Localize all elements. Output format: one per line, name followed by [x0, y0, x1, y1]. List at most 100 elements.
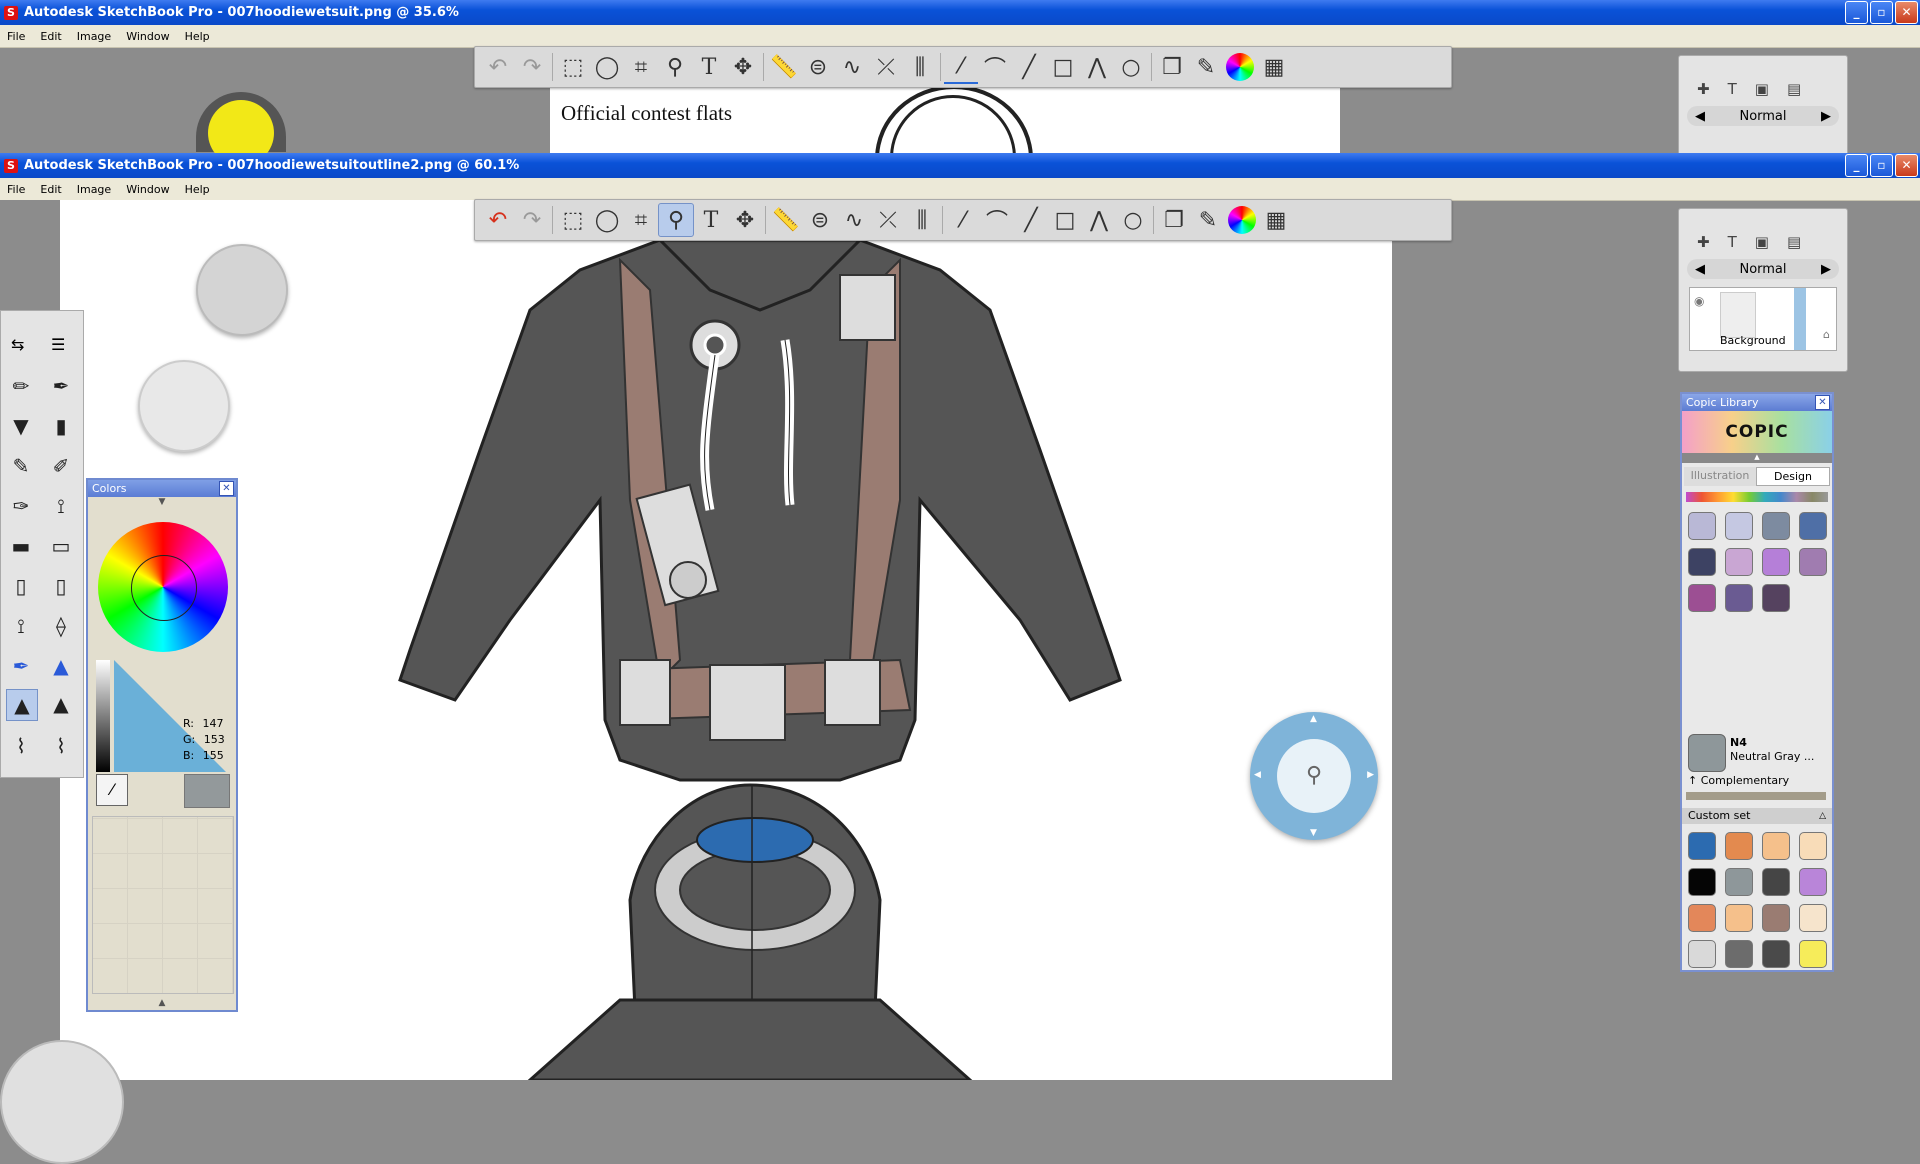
color-swatch[interactable] — [1725, 868, 1753, 896]
circle-icon[interactable]: ○ — [1116, 204, 1150, 236]
color-swatch[interactable] — [1688, 940, 1716, 968]
color-wheel-icon[interactable] — [1228, 206, 1256, 234]
color-swatch[interactable] — [1688, 868, 1716, 896]
menu-window[interactable]: Window — [119, 30, 177, 43]
tab-illustration[interactable]: Illustration — [1684, 467, 1756, 486]
close-icon[interactable]: ✕ — [1359, 718, 1368, 731]
layer-opacity-bar[interactable] — [1794, 288, 1806, 350]
color-swatch[interactable] — [1799, 868, 1827, 896]
close-icon[interactable]: ✕ — [1815, 395, 1830, 410]
trash-icon[interactable]: ▤ — [1787, 233, 1801, 251]
custom-set-header[interactable]: Custom set △ — [1682, 808, 1832, 824]
watercolor-brush-icon[interactable]: ⌇ — [46, 731, 76, 761]
line-icon[interactable]: ╱ — [1014, 204, 1048, 236]
brush-settings-icon[interactable]: ⇆ — [11, 335, 24, 354]
color-swatch[interactable] — [1762, 548, 1790, 576]
fill-bucket-icon[interactable]: ▯ — [46, 571, 76, 601]
airbrush-icon[interactable]: ⟟ — [6, 611, 36, 641]
selected-marker-icon[interactable]: ▲ — [6, 689, 38, 721]
menu-edit[interactable]: Edit — [33, 183, 69, 196]
freehand-stroke-icon[interactable]: ⁄ — [944, 50, 978, 84]
color-swatch[interactable] — [1799, 832, 1827, 860]
value-strip[interactable] — [96, 660, 110, 772]
menu-file[interactable]: File — [0, 30, 33, 43]
color-swatch[interactable] — [1799, 904, 1827, 932]
eraser-soft-icon[interactable]: ▭ — [46, 531, 76, 561]
eraser-hard-icon[interactable]: ▬ — [6, 531, 36, 561]
rectangle-icon[interactable]: □ — [1046, 51, 1080, 83]
ruler-icon[interactable]: 📏 — [767, 51, 801, 83]
color-swatch[interactable] — [1762, 584, 1790, 612]
layer-row[interactable]: ◉ ⌂ Background — [1689, 287, 1837, 351]
blend-next-icon[interactable]: ▶ — [1821, 262, 1831, 277]
color-family-strip[interactable] — [1686, 492, 1828, 502]
rect-select-icon[interactable]: ⬚ — [556, 204, 590, 236]
menu-edit[interactable]: Edit — [33, 30, 69, 43]
french-curve-icon[interactable]: ∿ — [837, 204, 871, 236]
zoom-icon[interactable]: ⚲ — [658, 203, 694, 237]
fine-pen-icon[interactable]: ✐ — [46, 451, 76, 481]
ballpoint-pen-icon[interactable]: ✎ — [6, 451, 36, 481]
color-swatch[interactable] — [1688, 584, 1716, 612]
text-tool-icon[interactable]: T — [694, 204, 728, 236]
polyline-icon[interactable]: ⋀ — [1082, 204, 1116, 236]
menu-image[interactable]: Image — [70, 183, 119, 196]
paintbrush-icon[interactable]: ⌇ — [6, 731, 36, 761]
color-swatch[interactable] — [1799, 940, 1827, 968]
blue-marker-icon[interactable]: ▲ — [46, 651, 76, 681]
palette-icon[interactable]: ▦ — [1257, 51, 1291, 83]
move-icon[interactable]: ✥ — [728, 204, 762, 236]
undo-icon[interactable]: ↶ — [481, 204, 515, 236]
color-swatch[interactable] — [1688, 512, 1716, 540]
menu-help[interactable]: Help — [178, 30, 218, 43]
collapse-icon[interactable]: ▲ — [1682, 453, 1832, 463]
blend-prev-icon[interactable]: ◀ — [1695, 109, 1705, 124]
lock-icon[interactable]: ⌂ — [1823, 328, 1830, 341]
arrow-down-icon[interactable]: ▼ — [1310, 828, 1317, 838]
image-layer-icon[interactable]: ▣ — [1755, 80, 1769, 98]
circle-icon[interactable]: ○ — [1114, 51, 1148, 83]
felt-marker-icon[interactable]: ▲ — [46, 689, 76, 719]
symmetry-y-icon[interactable]: ⫼ — [905, 204, 939, 236]
ink-pen-icon[interactable]: ✑ — [6, 491, 36, 521]
arrow-up-icon[interactable]: ▲ — [1310, 714, 1317, 724]
color-wheel[interactable] — [98, 522, 228, 652]
redo-icon[interactable]: ↷ — [515, 51, 549, 83]
arrow-right-icon[interactable]: ▶ — [1367, 770, 1374, 780]
color-swatch[interactable] — [1799, 512, 1827, 540]
color-swatch[interactable] — [1725, 548, 1753, 576]
brush-list-icon[interactable]: ☰ — [51, 335, 65, 354]
undo-icon[interactable]: ↶ — [481, 51, 515, 83]
arrow-left-icon[interactable]: ◀ — [1254, 770, 1261, 780]
complementary-label[interactable]: ↑ Complementary — [1688, 774, 1789, 787]
close-button[interactable]: ✕ — [1895, 154, 1918, 177]
ellipse-guide-icon[interactable]: ⊜ — [801, 51, 835, 83]
rect-select-icon[interactable]: ⬚ — [556, 51, 590, 83]
menu-window[interactable]: Window — [119, 183, 177, 196]
minimize-button[interactable]: _ — [1845, 154, 1868, 177]
symmetry-y-icon[interactable]: ⫼ — [903, 51, 937, 83]
pencil-brush-icon[interactable]: ✏ — [6, 371, 36, 401]
curve-icon[interactable]: ⌒ — [980, 204, 1014, 236]
calligraphy-pen-icon[interactable]: ⟟ — [46, 491, 76, 521]
menu-image[interactable]: Image — [70, 30, 119, 43]
visibility-icon[interactable]: ◉ — [1694, 294, 1704, 308]
collapse-icon[interactable]: ▼ — [88, 497, 236, 509]
paint-bucket-icon[interactable]: ▯ — [6, 571, 36, 601]
color-swatch[interactable] — [1725, 584, 1753, 612]
color-swatch[interactable] — [1725, 512, 1753, 540]
text-layer-icon[interactable]: T — [1728, 233, 1737, 251]
color-swatch[interactable] — [1688, 548, 1716, 576]
color-swatch[interactable] — [1725, 832, 1753, 860]
trash-icon[interactable]: ▤ — [1787, 80, 1801, 98]
maximize-button[interactable]: ▫ — [1870, 1, 1893, 24]
opacity-puck[interactable] — [138, 360, 230, 452]
color-swatch[interactable] — [1762, 940, 1790, 968]
maximize-button[interactable]: ▫ — [1870, 154, 1893, 177]
palette-icon[interactable]: ▦ — [1259, 204, 1293, 236]
expand-icon[interactable]: ▲ — [88, 998, 236, 1008]
lasso-icon[interactable]: ◯ — [590, 204, 624, 236]
move-icon[interactable]: ✥ — [726, 51, 760, 83]
brushes-icon[interactable]: ✎ — [1189, 51, 1223, 83]
menu-help[interactable]: Help — [178, 183, 218, 196]
